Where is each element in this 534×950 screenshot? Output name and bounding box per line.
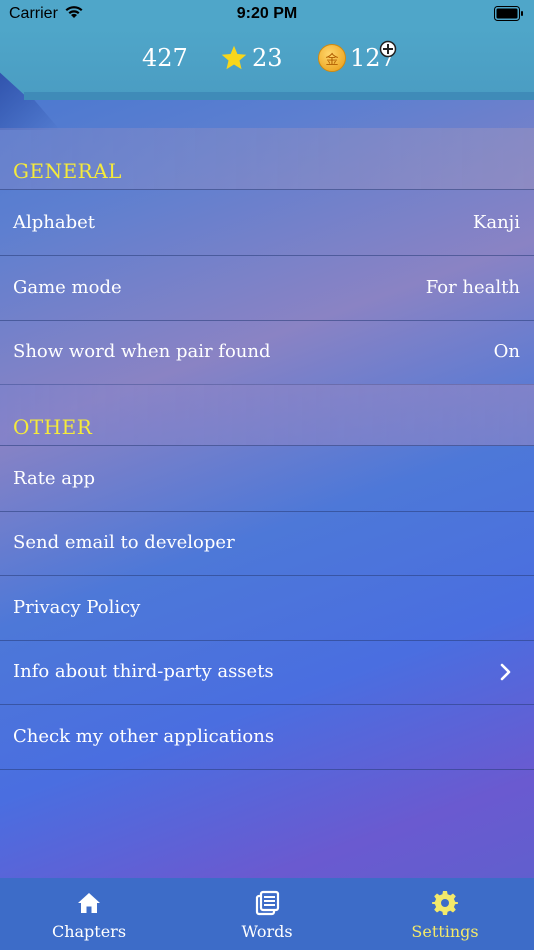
- tab-label: Chapters: [51, 922, 127, 941]
- tab-words[interactable]: Words: [178, 878, 356, 950]
- tab-label: Words: [241, 922, 293, 941]
- row-value: For health: [425, 277, 520, 298]
- tab-chapters[interactable]: Chapters: [0, 878, 178, 950]
- status-bar: Carrier 9:20 PM: [0, 0, 534, 28]
- star-icon: [221, 45, 247, 70]
- setting-row-game-mode[interactable]: Game mode For health: [0, 256, 534, 321]
- word-count-value: 427: [142, 44, 188, 72]
- row-third-party-assets[interactable]: Info about third-party assets: [0, 640, 534, 705]
- stars-value: 23: [252, 44, 283, 72]
- gear-icon: [432, 891, 458, 915]
- setting-row-alphabet[interactable]: Alphabet Kanji: [0, 191, 534, 256]
- tab-bar: Chapters Words Settings: [0, 878, 534, 950]
- section-header-general: GENERAL: [0, 128, 534, 190]
- book-icon: [255, 890, 280, 916]
- row-label: Rate app: [13, 468, 96, 489]
- section-header-other: OTHER: [0, 384, 534, 446]
- battery-icon: [494, 6, 523, 21]
- row-label: Check my other applications: [13, 726, 275, 747]
- row-send-email[interactable]: Send email to developer: [0, 511, 534, 576]
- section-title: OTHER: [13, 415, 93, 439]
- tab-label: Settings: [411, 922, 479, 941]
- row-label: Show word when pair found: [13, 341, 271, 362]
- stats-banner-edge: [24, 92, 534, 100]
- section-title: GENERAL: [13, 159, 122, 183]
- tab-settings[interactable]: Settings: [356, 878, 534, 950]
- row-label: Game mode: [13, 277, 122, 298]
- word-count: 427: [142, 44, 188, 72]
- row-rate-app[interactable]: Rate app: [0, 447, 534, 512]
- coin-icon: 金: [318, 44, 346, 72]
- row-privacy-policy[interactable]: Privacy Policy: [0, 576, 534, 641]
- clock: 9:20 PM: [236, 5, 298, 22]
- setting-row-show-word[interactable]: Show word when pair found On: [0, 320, 534, 385]
- chevron-right-icon: [500, 663, 511, 681]
- row-other-applications[interactable]: Check my other applications: [0, 705, 534, 770]
- row-label: Send email to developer: [13, 532, 235, 553]
- row-value: On: [493, 341, 520, 362]
- row-label: Alphabet: [13, 212, 96, 233]
- row-label: Privacy Policy: [13, 597, 141, 618]
- stars-counter: 23: [220, 44, 283, 72]
- home-icon: [78, 893, 100, 913]
- row-value: Kanji: [472, 212, 520, 233]
- add-coins-icon[interactable]: [379, 40, 397, 58]
- row-label: Info about third-party assets: [13, 661, 274, 682]
